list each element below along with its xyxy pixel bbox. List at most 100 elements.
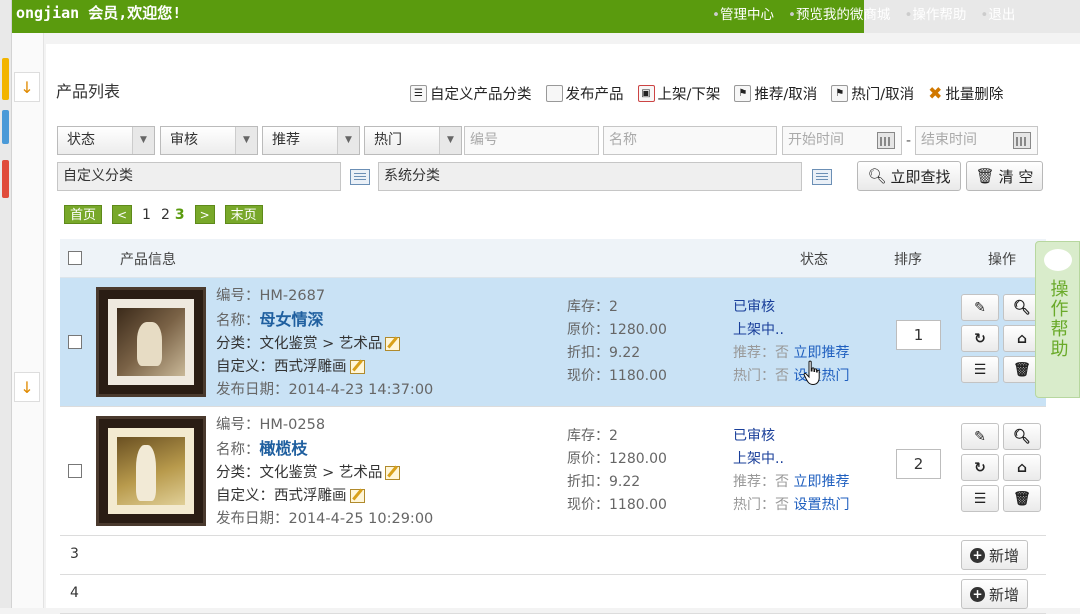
product-date: 发布日期：2014-4-25 10:29:00 bbox=[216, 511, 434, 527]
row-number: 4 bbox=[70, 585, 79, 601]
header-status: 状态 bbox=[800, 252, 828, 268]
nav-preview-store[interactable]: 预览我的微商城 bbox=[788, 3, 891, 23]
product-thumbnail[interactable] bbox=[96, 287, 206, 397]
recommend-select[interactable]: 推荐 ▼ bbox=[262, 126, 360, 155]
pager-prev[interactable]: < bbox=[112, 205, 133, 224]
edit-button[interactable]: ✎ bbox=[961, 294, 999, 321]
product-name-label: 名称： bbox=[216, 442, 260, 458]
table-row[interactable]: 编号：HM-0258 名称：橄榄枝 分类：文化鉴赏 > 艺术品 自定义：西式浮雕… bbox=[60, 407, 1046, 536]
clear-button[interactable]: 🗑︎ 清 空 bbox=[966, 161, 1043, 191]
set-hot-link[interactable]: 设置热门 bbox=[793, 368, 849, 384]
end-date-placeholder: 结束时间 bbox=[921, 132, 977, 148]
top-nav: 管理中心 预览我的微商城 操作帮助 退出 bbox=[712, 3, 1015, 23]
nav-help[interactable]: 操作帮助 bbox=[904, 3, 966, 23]
end-date-input[interactable]: 结束时间 bbox=[915, 126, 1038, 155]
search-icon: 🔍︎ bbox=[1013, 299, 1031, 316]
help-tab-label: 操作帮助 bbox=[1047, 279, 1069, 359]
add-button[interactable]: + 新增 bbox=[960, 579, 1028, 609]
refresh-button[interactable]: ↻ bbox=[961, 454, 999, 481]
thumbnail-mat bbox=[108, 428, 194, 514]
detail-button[interactable]: ☰ bbox=[961, 356, 999, 383]
custom-category-input[interactable]: 自定义分类 bbox=[57, 162, 341, 191]
system-category-input[interactable]: 系统分类 bbox=[378, 162, 802, 191]
dropdown-caret-icon: ▼ bbox=[439, 127, 461, 154]
sort-input[interactable]: 2 bbox=[896, 449, 941, 479]
hot-status: 热门：否 bbox=[733, 368, 789, 384]
row-checkbox[interactable] bbox=[68, 464, 82, 478]
sort-input[interactable]: 1 bbox=[896, 320, 941, 350]
product-name-link[interactable]: 橄榄枝 bbox=[260, 439, 308, 458]
review-select[interactable]: 审核 ▼ bbox=[160, 126, 258, 155]
help-tab[interactable]: 操作帮助 bbox=[1035, 241, 1080, 398]
pager-next[interactable]: > bbox=[194, 205, 215, 224]
nav-logout[interactable]: 退出 bbox=[980, 3, 1015, 23]
delete-x-icon: ✖ bbox=[928, 83, 943, 104]
table-row[interactable]: 编号：HM-2687 名称：母女情深 分类：文化鉴赏 > 艺术品 自定义：西式浮… bbox=[60, 278, 1046, 407]
hot-button[interactable]: ⚑ 热门/取消 bbox=[831, 83, 914, 104]
dropdown-caret-icon: ▼ bbox=[337, 127, 359, 154]
pager: 首页 < 1 2 3 > 末页 bbox=[64, 205, 263, 224]
edit-button[interactable]: ✎ bbox=[961, 423, 999, 450]
table-header: 产品信息 状态 排序 操作 bbox=[60, 239, 1046, 278]
pager-first[interactable]: 首页 bbox=[64, 205, 103, 224]
row-number: 3 bbox=[70, 546, 79, 562]
add-button[interactable]: + 新增 bbox=[960, 540, 1028, 570]
hot-status: 热门：否 bbox=[733, 497, 789, 513]
page-title: 产品列表 bbox=[56, 82, 121, 101]
pager-page[interactable]: 2 bbox=[161, 207, 170, 223]
row-checkbox[interactable] bbox=[68, 335, 82, 349]
category-picker-icon[interactable] bbox=[812, 169, 832, 185]
collapse-arrow-icon[interactable]: ↓ bbox=[14, 72, 40, 102]
recommend-now-link[interactable]: 立即推荐 bbox=[793, 345, 849, 361]
select-all-checkbox[interactable] bbox=[68, 251, 82, 265]
set-hot-link[interactable]: 设置热门 bbox=[793, 497, 849, 513]
product-code: 编号：HM-2687 bbox=[216, 288, 326, 304]
custom-category-button[interactable]: ☰ 自定义产品分类 bbox=[410, 83, 532, 104]
shelve-button[interactable]: ▣ 上架/下架 bbox=[637, 83, 720, 104]
price-info: 库存：2 原价：1280.00 折扣：9.22 现价：1180.00 bbox=[567, 296, 667, 388]
edit-icon: ✎ bbox=[974, 299, 986, 316]
pager-current-page[interactable]: 3 bbox=[175, 207, 185, 223]
collapse-arrow-icon[interactable]: ↓ bbox=[14, 372, 40, 402]
detail-button[interactable]: ☰ bbox=[961, 485, 999, 512]
product-info: 编号：HM-0258 名称：橄榄枝 分类：文化鉴赏 > 艺术品 自定义：西式浮雕… bbox=[216, 414, 433, 531]
home-button[interactable]: ⌂ bbox=[1003, 454, 1041, 481]
clear-button-label: 清 空 bbox=[998, 167, 1034, 186]
nav-admin-center[interactable]: 管理中心 bbox=[712, 3, 774, 23]
product-custom-category: 自定义：西式浮雕画 bbox=[216, 359, 347, 375]
search-button[interactable]: 🔍︎ 立即查找 bbox=[857, 161, 961, 191]
delete-button[interactable]: 🗑︎ bbox=[1003, 485, 1041, 512]
calendar-icon[interactable] bbox=[1013, 132, 1031, 149]
edit-icon[interactable] bbox=[385, 466, 401, 480]
code-input[interactable]: 编号 bbox=[464, 126, 599, 155]
view-button[interactable]: 🔍︎ bbox=[1003, 423, 1041, 450]
edit-icon[interactable] bbox=[349, 360, 365, 374]
pager-last[interactable]: 末页 bbox=[224, 205, 263, 224]
recommend-label: 推荐/取消 bbox=[754, 87, 818, 103]
edit-icon[interactable] bbox=[349, 489, 365, 503]
edit-icon[interactable] bbox=[385, 337, 401, 351]
list-icon: ☰ bbox=[973, 361, 987, 378]
start-date-placeholder: 开始时间 bbox=[788, 132, 844, 148]
recommend-now-link[interactable]: 立即推荐 bbox=[793, 474, 849, 490]
start-date-input[interactable]: 开始时间 bbox=[782, 126, 902, 155]
pager-page[interactable]: 1 bbox=[142, 207, 151, 223]
left-rail bbox=[0, 0, 12, 608]
category-picker-icon[interactable] bbox=[350, 169, 370, 185]
publish-button[interactable]: 发布产品 bbox=[545, 83, 624, 104]
product-name-link[interactable]: 母女情深 bbox=[260, 310, 324, 329]
hot-select[interactable]: 热门 ▼ bbox=[364, 126, 462, 155]
calendar-icon[interactable] bbox=[877, 132, 895, 149]
thumbnail-art bbox=[117, 308, 185, 376]
recommend-button[interactable]: ⚑ 推荐/取消 bbox=[734, 83, 817, 104]
product-thumbnail[interactable] bbox=[96, 416, 206, 526]
refresh-icon: ↻ bbox=[974, 330, 986, 347]
custom-category-label: 自定义产品分类 bbox=[430, 87, 532, 103]
current-price: 现价：1180.00 bbox=[567, 368, 667, 384]
date-separator: - bbox=[906, 133, 912, 149]
refresh-button[interactable]: ↻ bbox=[961, 325, 999, 352]
batch-delete-button[interactable]: ✖ 批量删除 bbox=[928, 83, 1003, 104]
name-input[interactable]: 名称 bbox=[603, 126, 777, 155]
hot-icon: ⚑ bbox=[831, 85, 849, 102]
status-select[interactable]: 状态 ▼ bbox=[57, 126, 155, 155]
